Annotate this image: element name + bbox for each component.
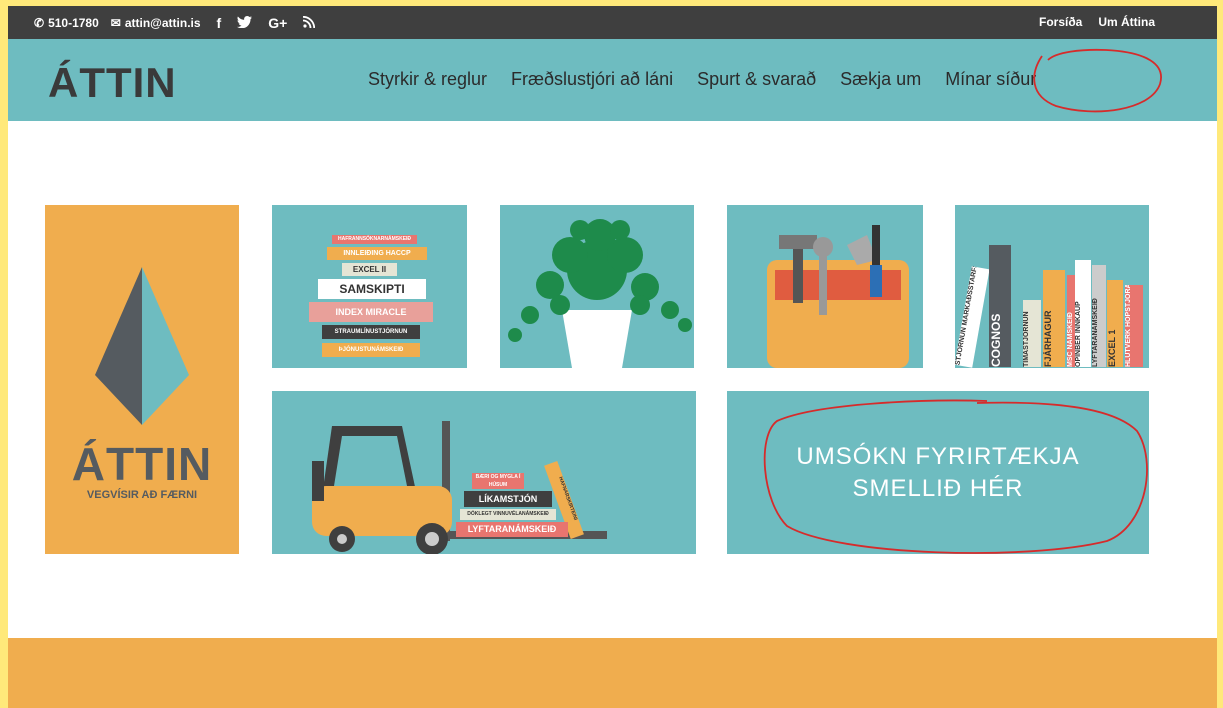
mail-icon: ✉ xyxy=(110,16,121,30)
nav-item-saekja-um[interactable]: Sækja um xyxy=(840,69,921,90)
forklift-book: DÓKLEGT VINNUVÉLANÁMSKEIÐ xyxy=(460,509,556,520)
panel-tagline: VEGVÍSIR AÐ FÆRNI xyxy=(86,489,198,501)
compass-logo-icon xyxy=(95,267,189,425)
forklift-book: LYFTARANÁMSKEIÐ xyxy=(456,522,568,537)
nav-item-spurt-svarad[interactable]: Spurt & svarað xyxy=(697,69,816,90)
top-link-um-attina[interactable]: Um Áttina xyxy=(1098,15,1155,29)
phone-icon: ✆ xyxy=(34,16,45,30)
plant-illustration-icon xyxy=(508,219,692,368)
book-label: SAMSKIPTI xyxy=(318,279,426,299)
book-label: INNLEIÐING HACCP xyxy=(327,247,427,260)
tile-toolbox[interactable] xyxy=(727,205,923,368)
page-frame: ✆ 510-1780 ✉ attin@attin.is f G+ Forsíða… xyxy=(8,6,1217,708)
shelf-book: HLUTVERK HÓPSTJÓRANS xyxy=(1125,285,1143,367)
shelf-book: TÍMASTJÓRNUN xyxy=(1023,300,1041,367)
company-application-cta[interactable]: UMSÓKN FYRIRTÆKJA SMELLIÐ HÉR xyxy=(727,391,1149,554)
shelf-book: FJÁRHAGUR xyxy=(1043,270,1065,367)
footer-band xyxy=(8,638,1217,708)
google-plus-icon[interactable]: G+ xyxy=(268,15,287,31)
forklift-book: BÆRI OG MYGLA Í HÚSUM xyxy=(472,473,524,489)
tile-plant[interactable] xyxy=(500,205,694,368)
toolbox-illustration-icon xyxy=(767,225,909,368)
email-link[interactable]: ✉ attin@attin.is xyxy=(111,16,201,30)
phone-number: 510-1780 xyxy=(48,16,99,30)
nav-item-fraedslustjori[interactable]: Fræðslustjóri að láni xyxy=(511,69,673,90)
book-label: ÞJÓNUSTUNÁMSKEIÐ xyxy=(322,343,420,357)
facebook-icon[interactable]: f xyxy=(217,15,222,31)
rss-icon[interactable] xyxy=(303,15,316,31)
shelf-book: OPINBER INNKAUP xyxy=(1075,260,1091,367)
top-link-forsida[interactable]: Forsíða xyxy=(1039,15,1082,29)
attin-brand-panel[interactable]: ÁTTIN VEGVÍSIR AÐ FÆRNI xyxy=(45,205,239,554)
main-nav: Styrkir & reglur Fræðslustjóri að láni S… xyxy=(368,69,1036,90)
shelf-book: LYFTARANÁMSKEIÐ xyxy=(1092,265,1106,367)
tile-book-shelf[interactable]: STJÓRNUN MARKAÐSSTARFS COGNOS TÍMASTJÓRN… xyxy=(955,205,1149,368)
shelf-book: COGNOS xyxy=(989,245,1011,367)
annotation-circle-cta xyxy=(763,399,1148,554)
twitter-icon[interactable] xyxy=(237,15,253,31)
panel-brand: ÁTTIN xyxy=(71,438,213,490)
top-bar: ✆ 510-1780 ✉ attin@attin.is f G+ Forsíða… xyxy=(8,6,1217,39)
book-label: STRAUMLÍNUSTJÓRNUN xyxy=(322,325,420,339)
phone-link[interactable]: ✆ 510-1780 xyxy=(34,16,99,30)
forklift-book: LÍKAMSTJÓN xyxy=(464,491,552,507)
shelf-book: STJÓRNUN MARKAÐSSTARFS xyxy=(955,266,990,368)
tile-forklift[interactable]: BÆRI OG MYGLA Í HÚSUM HAFNARSKÍRTEINI LÍ… xyxy=(272,391,696,554)
nav-item-minar-sidur[interactable]: Mínar síður xyxy=(945,69,1036,90)
book-label: INDEX MIRACLE xyxy=(309,302,433,322)
nav-item-styrkir[interactable]: Styrkir & reglur xyxy=(368,69,487,90)
site-logo[interactable]: ÁTTIN xyxy=(48,59,177,107)
annotation-circle-nav xyxy=(1033,48,1162,113)
email-address: attin@attin.is xyxy=(124,16,201,30)
book-label: HAFRANNSÓKNARNÁMSKEIÐ xyxy=(332,235,417,244)
shelf-book: EXCEL 1 xyxy=(1107,280,1123,367)
book-label: EXCEL II xyxy=(342,263,397,276)
main-header: ÁTTIN Styrkir & reglur Fræðslustjóri að … xyxy=(8,39,1217,121)
tile-course-books[interactable]: HAFRANNSÓKNARNÁMSKEIÐ INNLEIÐING HACCP E… xyxy=(272,205,467,368)
